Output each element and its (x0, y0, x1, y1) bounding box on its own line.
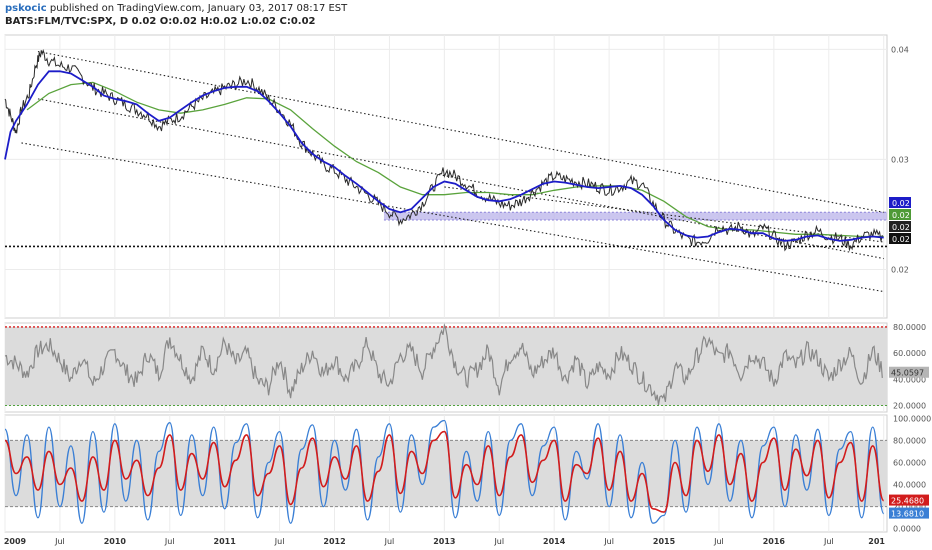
stoch-d-last-value: 25.4680 (891, 497, 924, 506)
stoch-axis-tick: 80.0000 (893, 436, 926, 445)
rsi-axis-tick: 80.0000 (893, 323, 926, 332)
x-axis-tick: 2016 (763, 537, 786, 546)
x-axis-tick: Jul (603, 537, 614, 546)
rsi-last-value: 45.0597 (891, 369, 924, 378)
price-tag: 0.02 (892, 235, 910, 244)
rsi-axis-tick: 20.0000 (893, 401, 926, 410)
x-axis-tick: Jul (493, 537, 504, 546)
x-axis-tick: Jul (384, 537, 395, 546)
rsi-band (5, 326, 887, 406)
x-axis-tick: Jul (274, 537, 285, 546)
x-axis-tick: 2015 (653, 537, 676, 546)
x-axis-tick: Jul (54, 537, 65, 546)
x-axis-tick: 2010 (104, 537, 127, 546)
pane-0-frame (4, 34, 888, 319)
price-tag: 0.02 (892, 211, 910, 220)
x-axis-tick: 201 (868, 537, 885, 546)
price-axis-tick: 0.02 (891, 266, 909, 275)
stoch-k-last-value: 13.6810 (891, 510, 924, 519)
price-axis-tick: 0.04 (891, 45, 909, 54)
x-axis-tick: 2014 (543, 537, 566, 546)
stoch-axis-tick: 40.0000 (893, 481, 926, 490)
price-tag: 0.02 (892, 223, 910, 232)
stoch-axis-tick: 100.0000 (893, 414, 931, 423)
stoch-axis-tick: 0.0000 (893, 525, 921, 534)
x-axis-tick: Jul (823, 537, 834, 546)
x-axis-tick: 2013 (433, 537, 455, 546)
price-tag: 0.02 (892, 199, 910, 208)
x-axis-tick: Jul (164, 537, 175, 546)
chart-canvas[interactable]: 0.04 0.03 0.02 0.02 0.02 0.02 0.02 80.0000 60.00… (0, 0, 932, 550)
stoch-axis-tick: 60.0000 (893, 458, 926, 467)
x-axis-tick: 2011 (214, 537, 237, 546)
rsi-axis-tick: 60.0000 (893, 349, 926, 358)
x-axis-tick: 2012 (323, 537, 345, 546)
x-axis-tick: Jul (713, 537, 724, 546)
x-axis-tick: 2009 (4, 537, 27, 546)
price-axis-tick: 0.03 (891, 155, 909, 164)
